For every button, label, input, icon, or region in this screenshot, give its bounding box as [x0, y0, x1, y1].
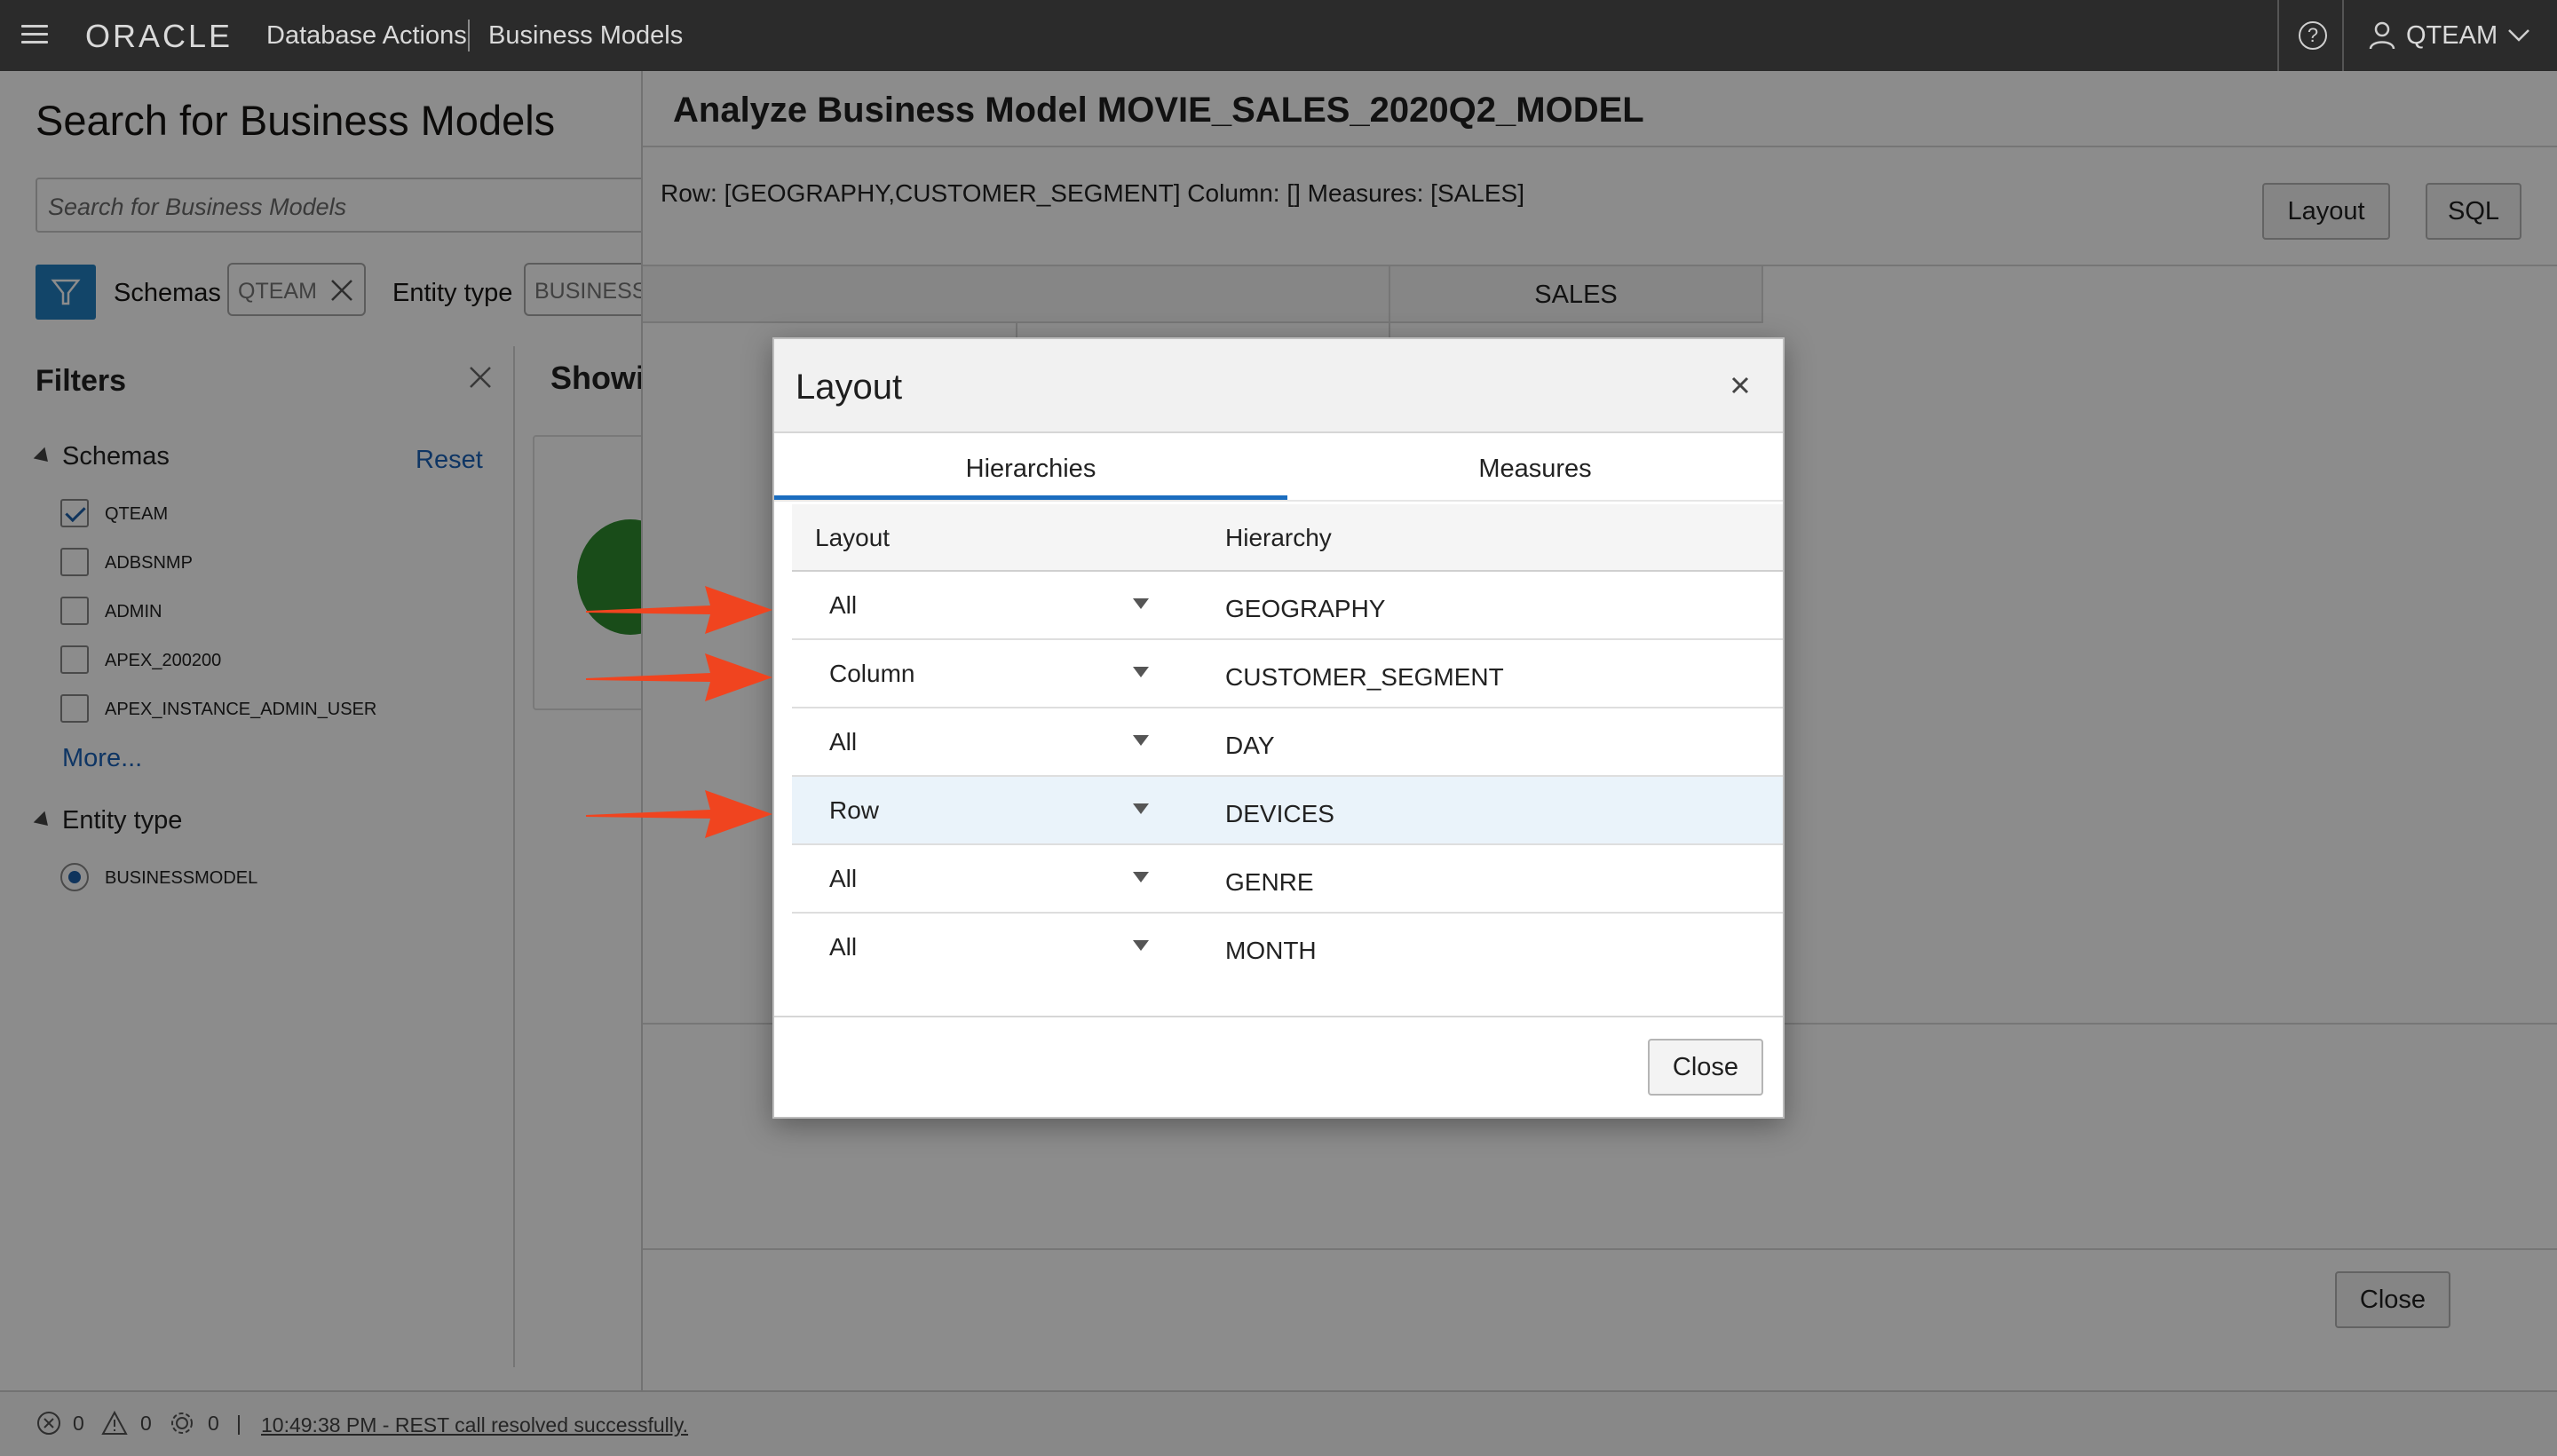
chevron-down-icon[interactable]: [2506, 21, 2532, 48]
table-row: All DAY: [792, 708, 1783, 777]
layout-select[interactable]: Column: [829, 660, 914, 688]
tab-hierarchies[interactable]: Hierarchies: [774, 433, 1287, 504]
hierarchy-name: DAY: [1225, 732, 1275, 759]
dialog-header: Layout: [774, 339, 1783, 433]
layout-select[interactable]: All: [829, 865, 857, 893]
annotation-arrow-icon: [586, 653, 772, 701]
annotation-arrow-icon: [586, 586, 772, 634]
layout-dialog: Layout Hierarchies Measures Layout Hiera…: [772, 337, 1785, 1119]
dropdown-arrow-icon[interactable]: [1133, 940, 1149, 951]
tab-measures[interactable]: Measures: [1287, 433, 1783, 504]
annotation-arrow-icon: [586, 790, 772, 838]
header-separator: [468, 20, 470, 51]
app-name[interactable]: Database Actions: [266, 21, 467, 51]
table-row: Column CUSTOMER_SEGMENT: [792, 640, 1783, 708]
hierarchy-name: CUSTOMER_SEGMENT: [1225, 663, 1504, 691]
column-header-hierarchy: Hierarchy: [1225, 524, 1332, 551]
layout-select[interactable]: Row: [829, 796, 879, 825]
close-icon[interactable]: [1726, 371, 1754, 400]
table-header: Layout Hierarchy: [792, 504, 1783, 572]
hamburger-menu-icon[interactable]: [21, 25, 48, 46]
dropdown-arrow-icon[interactable]: [1133, 735, 1149, 746]
table-row: All GENRE: [792, 845, 1783, 914]
hierarchy-name: DEVICES: [1225, 800, 1334, 827]
column-header-layout: Layout: [815, 524, 891, 551]
dialog-title: Layout: [796, 368, 903, 407]
hierarchy-name: GENRE: [1225, 868, 1314, 896]
table-row-selected: Row DEVICES: [792, 777, 1783, 845]
layout-select[interactable]: All: [829, 728, 857, 756]
oracle-logo: ORACLE: [85, 18, 234, 54]
top-navigation-bar: ORACLE Database Actions Business Models …: [0, 0, 2557, 71]
dropdown-arrow-icon[interactable]: [1133, 872, 1149, 882]
table-row: All MONTH: [792, 914, 1783, 982]
dialog-footer-divider: [774, 1016, 1783, 1017]
help-icon: ?: [2299, 21, 2327, 50]
table-row: All GEOGRAPHY: [792, 572, 1783, 640]
hierarchy-name: GEOGRAPHY: [1225, 595, 1386, 622]
divider: [774, 500, 1783, 502]
layout-select[interactable]: All: [829, 933, 857, 961]
hierarchy-name: MONTH: [1225, 937, 1317, 964]
help-button[interactable]: ?: [2277, 0, 2344, 71]
user-menu-label[interactable]: QTEAM: [2406, 21, 2498, 51]
layout-select[interactable]: All: [829, 591, 857, 620]
dropdown-arrow-icon[interactable]: [1133, 803, 1149, 814]
user-icon[interactable]: [2369, 21, 2395, 50]
dropdown-arrow-icon[interactable]: [1133, 598, 1149, 609]
dropdown-arrow-icon[interactable]: [1133, 667, 1149, 677]
page-name: Business Models: [488, 21, 684, 50]
close-dialog-button[interactable]: Close: [1648, 1039, 1763, 1096]
